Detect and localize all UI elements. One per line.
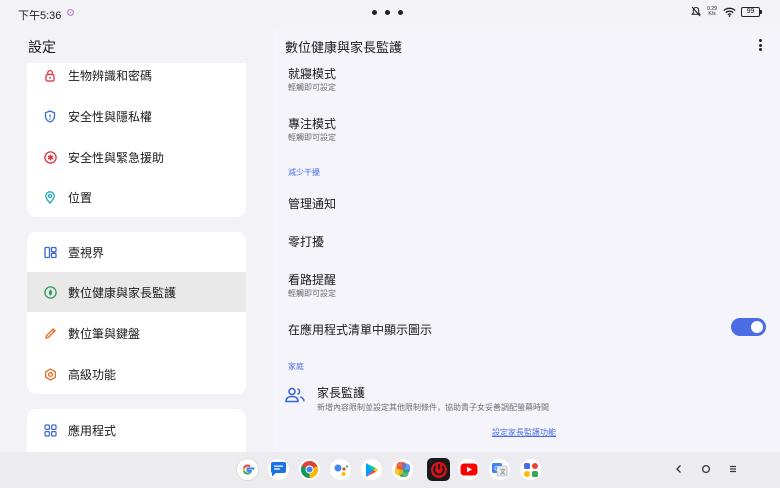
emergency-asterisk-icon bbox=[43, 150, 57, 164]
do-not-disturb-title: 零打擾 bbox=[288, 235, 325, 249]
focus-mode-subtitle: 輕觸即可設定 bbox=[288, 133, 336, 142]
photos-icon[interactable] bbox=[392, 459, 413, 480]
sidebar-item-label: 數位健康與家長監護 bbox=[68, 285, 177, 300]
heads-up-subtitle: 輕觸即可設定 bbox=[288, 289, 336, 298]
bedtime-mode-subtitle: 輕觸即可設定 bbox=[288, 83, 336, 92]
battery-icon: 99 bbox=[741, 6, 762, 17]
manage-notifications-row[interactable] bbox=[273, 186, 780, 218]
settings-title: 設定 bbox=[28, 39, 56, 55]
wifi-icon bbox=[723, 7, 736, 17]
home-icon[interactable] bbox=[699, 462, 713, 476]
settings-group-features: 壹視界 數位健康與家長監護 數位筆與鍵盤 高級功能 bbox=[27, 232, 246, 394]
play-store-icon[interactable] bbox=[361, 459, 382, 480]
focus-mode-title: 專注模式 bbox=[288, 117, 337, 131]
settings-group-apps: 應用程式 bbox=[27, 409, 246, 452]
assistant-icon[interactable] bbox=[330, 459, 351, 480]
multi-window-handle[interactable] bbox=[372, 10, 403, 15]
location-pin-icon bbox=[43, 190, 57, 204]
mute-bell-icon bbox=[691, 6, 701, 17]
sidebar-item-digital-wellbeing[interactable]: 數位健康與家長監護 bbox=[27, 272, 246, 312]
heads-up-title: 看路提醒 bbox=[288, 273, 337, 287]
show-icon-toggle[interactable] bbox=[731, 318, 766, 336]
notification-flower-icon bbox=[66, 8, 75, 17]
bedtime-mode-row[interactable] bbox=[273, 60, 780, 98]
show-icon-title: 在應用程式清單中顯示圖示 bbox=[288, 323, 433, 337]
sidebar-item-emergency[interactable]: 安全性與緊急援助 bbox=[27, 137, 246, 177]
do-not-disturb-row[interactable] bbox=[273, 224, 780, 256]
lock-icon bbox=[43, 68, 57, 82]
svg-text:G: G bbox=[494, 466, 499, 473]
pen-icon bbox=[43, 326, 57, 340]
toggle-knob bbox=[751, 321, 763, 333]
sidebar-item-label: 安全性與隱私權 bbox=[68, 109, 153, 124]
setup-parental-controls-link[interactable]: 設定家長監護功能 bbox=[492, 427, 556, 438]
bedtime-mode-title: 就寢模式 bbox=[288, 67, 337, 81]
svg-text:文: 文 bbox=[500, 468, 506, 476]
sidebar-item-apps[interactable]: 應用程式 bbox=[27, 410, 246, 450]
more-options-icon[interactable] bbox=[756, 38, 764, 52]
status-time: 下午5:36 bbox=[18, 10, 62, 22]
taskbar: G文 bbox=[0, 452, 780, 488]
digital-wellbeing-icon bbox=[43, 285, 57, 299]
advanced-features-icon bbox=[43, 367, 57, 381]
sidebar-item-label: 應用程式 bbox=[68, 423, 117, 438]
detail-pane: 數位健康與家長監護 就寢模式 輕觸即可設定 專注模式 輕觸即可設定 減少干擾 管… bbox=[273, 26, 780, 452]
sidebar-item-label: 壹視界 bbox=[68, 245, 105, 260]
network-speed: 0.29 K/s bbox=[707, 5, 717, 17]
sidebar-item-label: 生物辨識和密碼 bbox=[68, 68, 153, 83]
sidebar-item-label: 位置 bbox=[68, 190, 93, 205]
split-screen-icon bbox=[43, 245, 57, 259]
translate-icon[interactable]: G文 bbox=[489, 459, 510, 480]
section-header-reduce-interruptions: 減少干擾 bbox=[288, 168, 320, 177]
sidebar-item-label: 高級功能 bbox=[68, 367, 117, 382]
messages-icon[interactable] bbox=[268, 459, 289, 480]
apps-grid-icon bbox=[43, 423, 57, 437]
app-drawer-icon[interactable] bbox=[520, 459, 541, 480]
sidebar-item-location[interactable]: 位置 bbox=[27, 177, 246, 217]
settings-group-security: 生物辨識和密碼 安全性與隱私權 安全性與緊急援助 位置 bbox=[27, 63, 246, 217]
sidebar-item-security-privacy[interactable]: 安全性與隱私權 bbox=[27, 96, 246, 136]
recents-icon[interactable] bbox=[726, 462, 740, 476]
focus-mode-row[interactable] bbox=[273, 110, 780, 148]
status-icons: 0.29 K/s 99 bbox=[691, 5, 762, 17]
page-title: 數位健康與家長監護 bbox=[285, 40, 403, 55]
power-app-icon[interactable] bbox=[427, 458, 450, 481]
youtube-icon[interactable] bbox=[458, 459, 479, 480]
parental-controls-title: 家長監護 bbox=[317, 386, 366, 400]
chrome-icon[interactable] bbox=[299, 459, 320, 480]
sidebar-item-biometrics[interactable]: 生物辨識和密碼 bbox=[27, 63, 246, 95]
back-icon[interactable] bbox=[672, 462, 686, 476]
sidebar-item-pen-keyboard[interactable]: 數位筆與鍵盤 bbox=[27, 313, 246, 353]
sidebar-item-label: 數位筆與鍵盤 bbox=[68, 326, 141, 341]
sidebar-item-split-screen[interactable]: 壹視界 bbox=[27, 232, 246, 272]
heads-up-row[interactable] bbox=[273, 264, 780, 302]
sidebar-item-label: 安全性與緊急援助 bbox=[68, 150, 165, 165]
sidebar-item-advanced[interactable]: 高級功能 bbox=[27, 354, 246, 394]
status-bar: 下午5:36 0.29 K/s 99 bbox=[0, 0, 780, 26]
family-icon bbox=[285, 387, 305, 403]
google-app-icon[interactable] bbox=[237, 459, 258, 480]
shield-icon bbox=[43, 109, 57, 123]
manage-notifications-title: 管理通知 bbox=[288, 197, 337, 211]
parental-controls-subtitle: 新增內容限制並設定其他限制條件，協助貴子女妥善調配螢幕時間 bbox=[317, 403, 549, 412]
section-header-family: 家庭 bbox=[288, 362, 304, 371]
